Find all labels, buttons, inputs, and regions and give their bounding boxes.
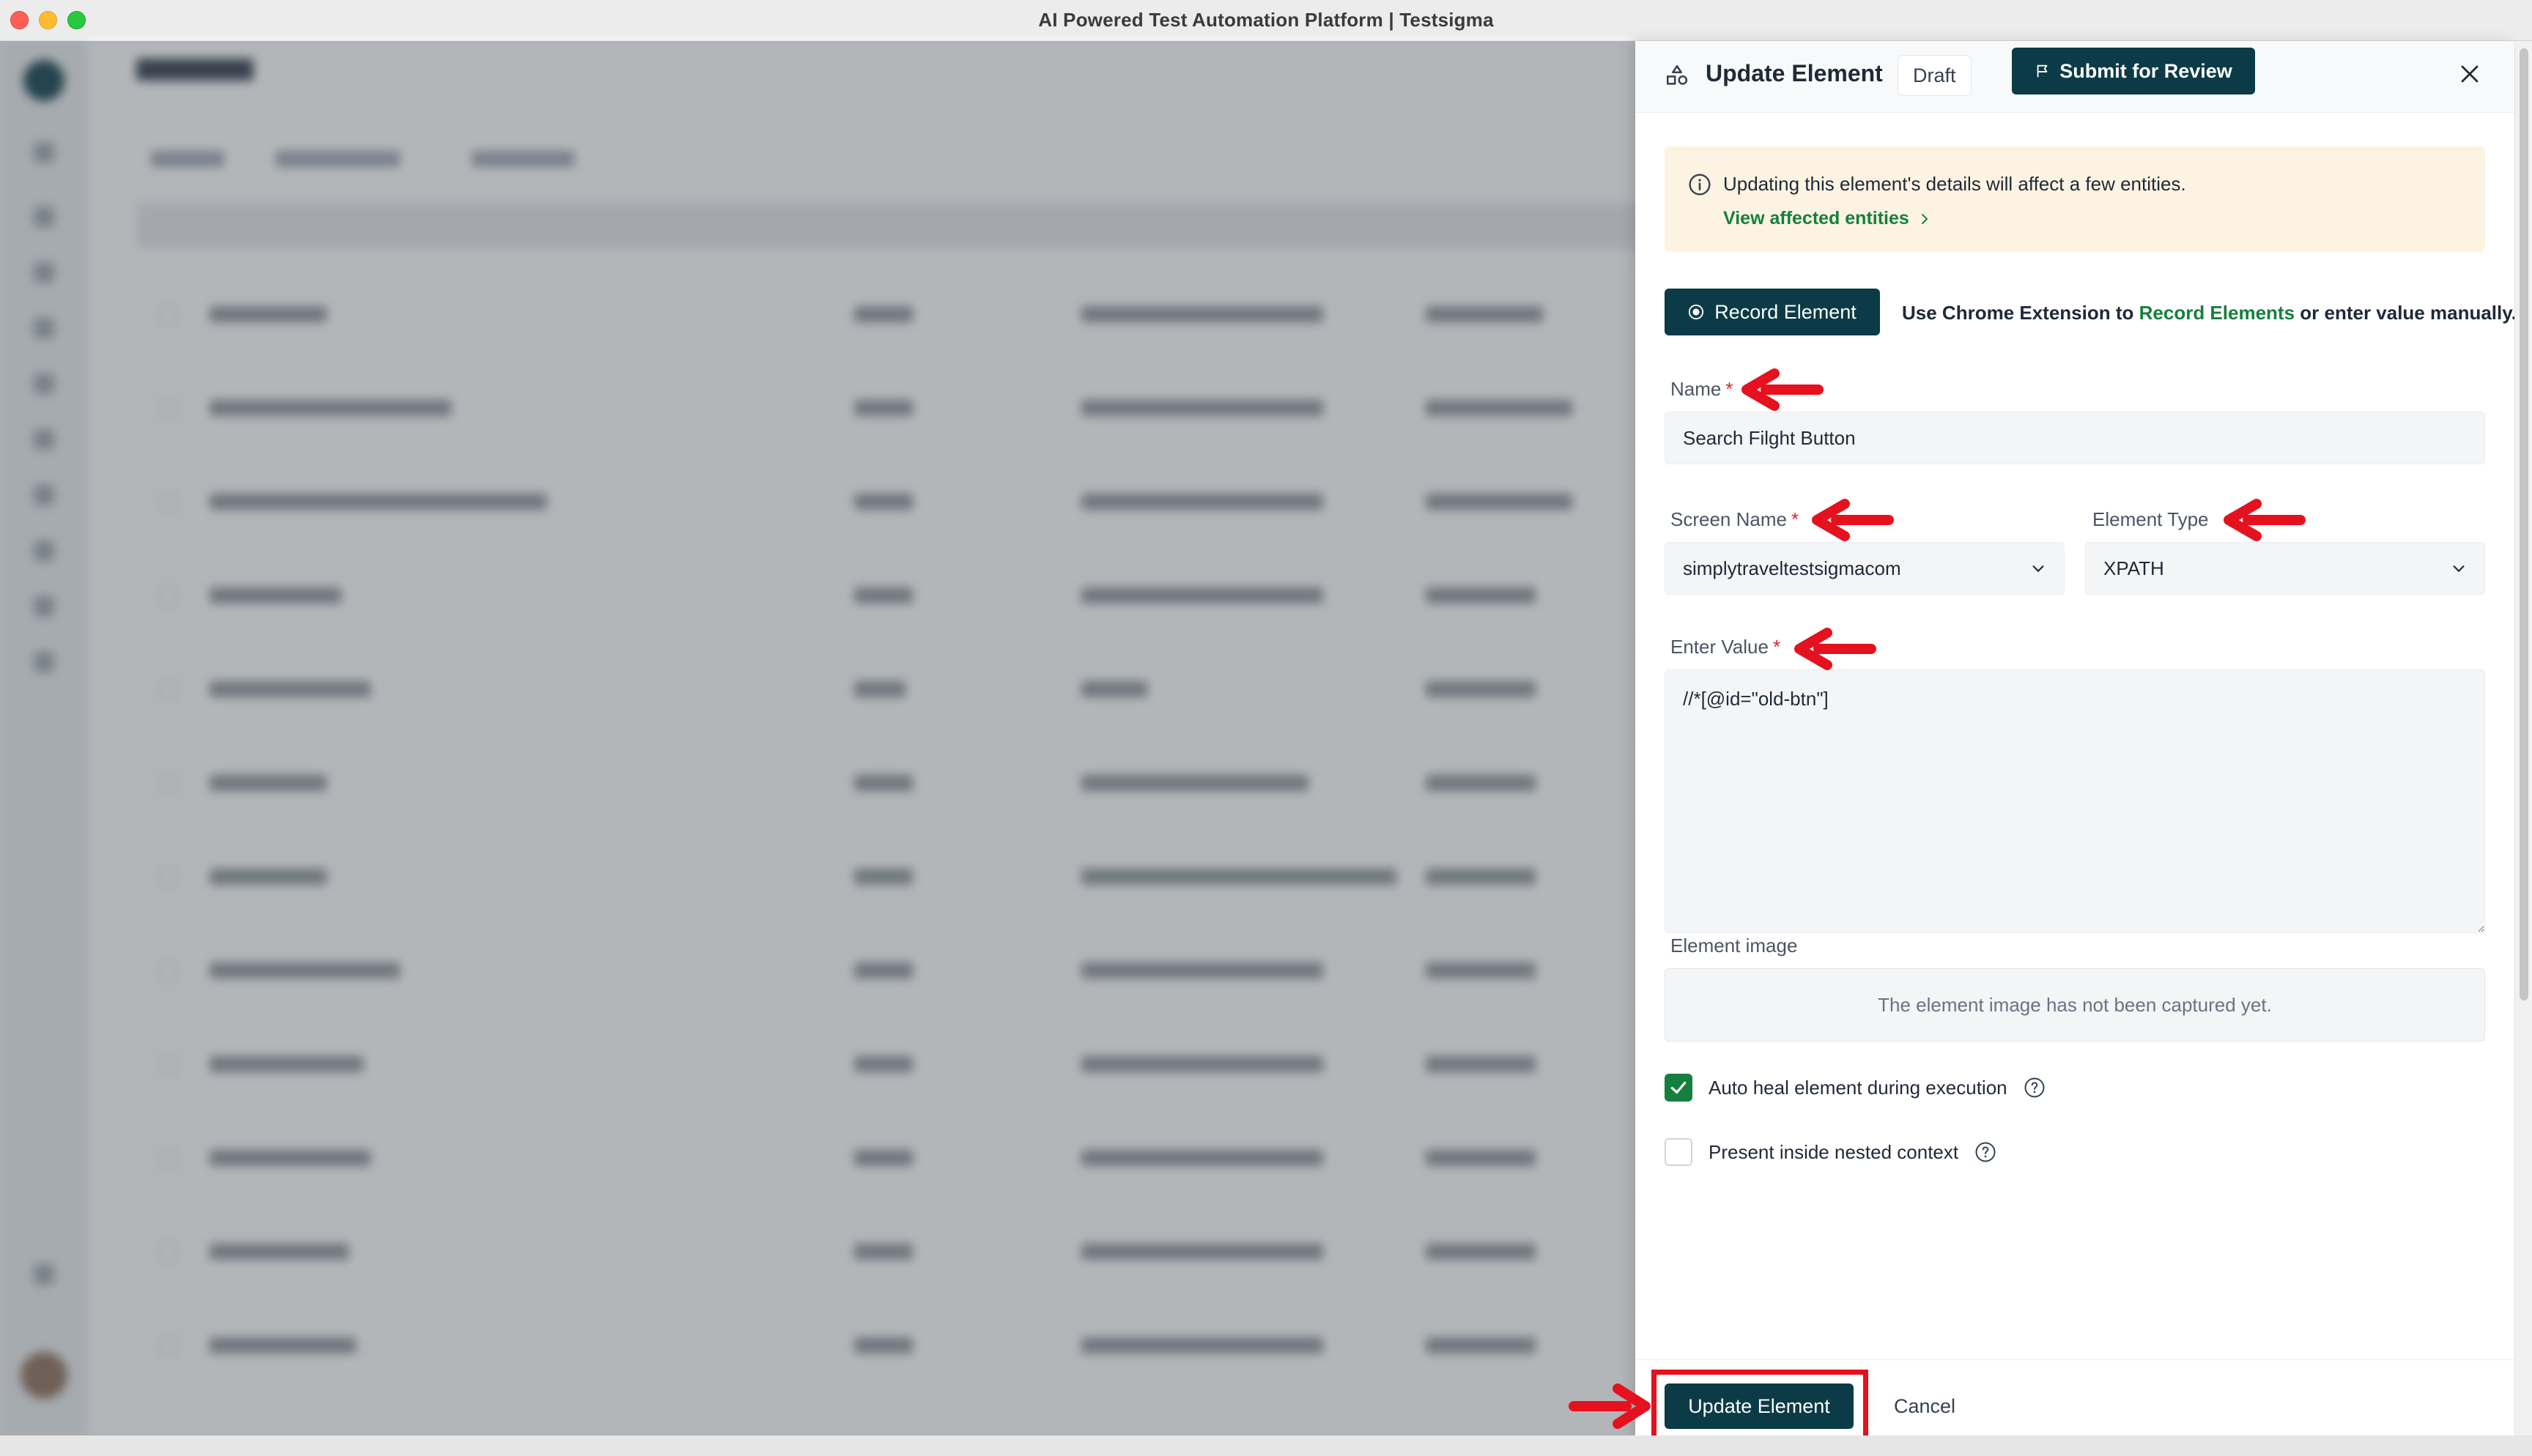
status-badge: Draft — [1898, 55, 1972, 96]
scrollbar-thumb[interactable] — [2520, 48, 2528, 1000]
checkmark-icon — [1670, 1081, 1687, 1094]
required-mark: * — [1772, 636, 1781, 658]
elements-shapes-icon — [1666, 64, 1688, 85]
nested-context-label: Present inside nested context — [1709, 1140, 1959, 1163]
record-help-suffix: or enter value manually. — [2295, 302, 2517, 324]
drawer-header: Update Element Draft Submit for Review — [1635, 41, 2514, 113]
screen-name-label: Screen Name * — [1670, 508, 1799, 531]
view-affected-entities-label: View affected entities — [1723, 208, 1909, 229]
affected-entities-notice: Updating this element's details will aff… — [1665, 146, 2485, 252]
submit-for-review-button[interactable]: Submit for Review — [2012, 48, 2255, 94]
enter-value-textarea[interactable]: //*[@id="old-btn"] — [1665, 669, 2485, 933]
close-window-button[interactable] — [10, 11, 29, 29]
record-elements-link[interactable]: Record Elements — [2139, 302, 2295, 324]
update-button-highlight — [1651, 1370, 1868, 1443]
close-drawer-button[interactable] — [2454, 59, 2485, 89]
window-controls — [10, 11, 86, 29]
red-arrow-icon — [1569, 1383, 1651, 1429]
required-mark: * — [1725, 378, 1733, 400]
window-title: AI Powered Test Automation Platform | Te… — [1038, 9, 1494, 31]
enter-value-label: Enter Value * — [1670, 636, 1780, 658]
element-image-placeholder: The element image has not been captured … — [1665, 968, 2485, 1041]
element-type-select[interactable]: XPATH — [2085, 542, 2485, 595]
submit-for-review-label: Submit for Review — [2059, 59, 2232, 82]
auto-heal-row: Auto heal element during execution — [1665, 1074, 2046, 1102]
modal-backdrop[interactable] — [0, 41, 1635, 1435]
drawer-title: Update Element — [1706, 60, 1883, 86]
record-help-prefix: Use Chrome Extension to — [1902, 302, 2139, 324]
screen-name-select[interactable]: simplytraveltestsigmacom — [1665, 542, 2065, 595]
name-label-text: Name — [1670, 378, 1722, 400]
record-element-button[interactable]: Record Element — [1665, 289, 1880, 335]
maximize-window-button[interactable] — [67, 11, 86, 29]
chevron-down-icon — [2453, 565, 2465, 573]
auto-heal-checkbox[interactable] — [1665, 1074, 1692, 1102]
element-type-value: XPATH — [2103, 557, 2164, 579]
info-icon — [1689, 174, 1711, 196]
record-help-text: Use Chrome Extension to Record Elements … — [1902, 302, 2517, 324]
chevron-right-icon — [1921, 213, 1928, 224]
help-circle-icon[interactable] — [2024, 1077, 2046, 1099]
red-arrow-icon — [2224, 499, 2306, 541]
red-arrow-icon — [1794, 628, 1876, 670]
record-element-label: Record Element — [1714, 300, 1857, 323]
view-affected-entities-link[interactable]: View affected entities — [1723, 208, 1931, 229]
nested-context-checkbox[interactable] — [1665, 1138, 1692, 1166]
auto-heal-label: Auto heal element during execution — [1709, 1076, 2007, 1099]
chevron-down-icon — [2032, 565, 2044, 573]
minimize-window-button[interactable] — [39, 11, 57, 29]
red-arrow-icon — [1812, 499, 1894, 541]
element-image-label: Element image — [1670, 935, 1798, 957]
element-type-label: Element Type — [2092, 508, 2209, 531]
drawer-scrollbar[interactable] — [2514, 41, 2532, 1435]
screen-name-label-text: Screen Name — [1670, 508, 1787, 530]
flag-icon — [2037, 64, 2048, 78]
window-titlebar: AI Powered Test Automation Platform | Te… — [0, 0, 2532, 41]
help-circle-icon[interactable] — [1974, 1141, 1996, 1163]
screen-name-value: simplytraveltestsigmacom — [1683, 557, 1901, 579]
element-type-label-text: Element Type — [2092, 508, 2209, 530]
window-bottom-edge — [0, 1435, 2532, 1456]
notice-text: Updating this element's details will aff… — [1723, 173, 2186, 195]
name-field[interactable]: Search Filght Button — [1665, 412, 2485, 464]
record-dot-icon — [1689, 304, 1704, 320]
nested-context-row: Present inside nested context — [1665, 1138, 1996, 1166]
enter-value-label-text: Enter Value — [1670, 636, 1769, 658]
close-icon — [2461, 65, 2479, 83]
cancel-button[interactable]: Cancel — [1877, 1383, 1972, 1429]
required-mark: * — [1791, 508, 1799, 530]
name-field-value: Search Filght Button — [1683, 426, 1856, 449]
name-label: Name * — [1670, 378, 1733, 401]
red-arrow-icon — [1741, 368, 1824, 411]
background-app — [0, 41, 1675, 1435]
update-element-drawer: Update Element Draft Submit for Review U… — [1635, 41, 2517, 1435]
